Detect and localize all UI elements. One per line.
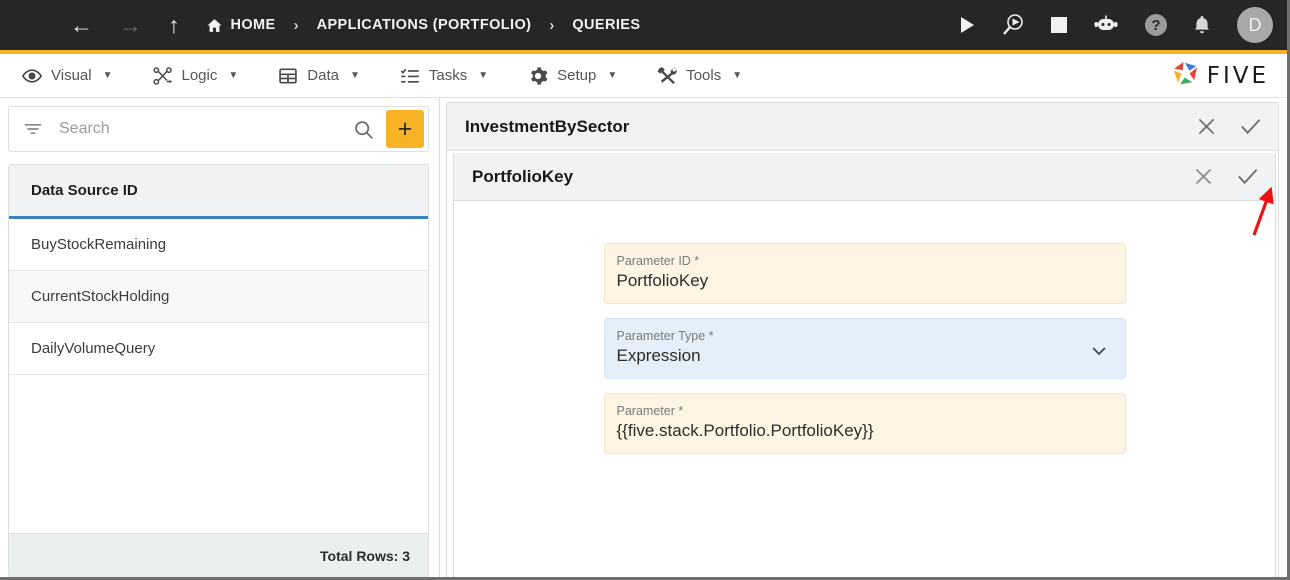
list-item-label: BuyStockRemaining [31,236,167,253]
column-header-label: Data Source ID [31,182,138,199]
app-window: ← → ↑ HOME › APPLICATIONS (PORTFOLIO) › … [0,0,1290,580]
avatar[interactable]: D [1237,7,1273,43]
back-arrow-icon[interactable]: ← [70,13,93,37]
nodes-icon [152,66,173,86]
notifications-bell-icon[interactable] [1193,15,1211,35]
editor-panel: InvestmentBySector PortfolioKey Paramete… [440,98,1287,577]
menu-label-tools: Tools [686,67,722,84]
data-source-sidebar: + Data Source ID BuyStockRemaining Curre… [0,98,440,577]
parameter-expression-label: Parameter * [616,404,684,418]
search-icon[interactable] [341,119,386,140]
breadcrumb-separator-2: › [549,16,555,34]
chevron-down-icon: ▼ [349,70,360,81]
query-card-actions [1196,115,1262,138]
query-card: InvestmentBySector PortfolioKey Paramete… [446,102,1279,577]
menu-label-logic: Logic [181,67,218,84]
top-bar-actions: ? D [959,7,1273,43]
chatbot-icon[interactable] [1093,15,1119,35]
filter-icon[interactable] [23,119,43,139]
chevron-down-icon: ▼ [732,70,743,81]
debug-icon[interactable] [1001,13,1025,37]
parameter-card-wrapper: PortfolioKey Parameter ID * PortfolioKey… [447,151,1278,577]
menu-item-logic[interactable]: Logic ▼ [152,66,239,86]
tools-icon [657,66,678,86]
menu-item-tools[interactable]: Tools ▼ [657,66,742,86]
main-body: + Data Source ID BuyStockRemaining Curre… [0,98,1287,577]
parameter-id-field[interactable]: Parameter ID * PortfolioKey [603,243,1126,304]
chevron-down-icon: ▼ [228,70,239,81]
gear-icon [528,66,548,86]
up-arrow-icon[interactable]: ↑ [168,13,180,37]
menu-item-data[interactable]: Data ▼ [278,66,360,86]
list-item[interactable]: DailyVolumeQuery [9,323,428,375]
query-card-header: InvestmentBySector [447,103,1278,151]
hamburger-menu-icon[interactable] [22,20,44,30]
chevron-down-icon: ▼ [478,70,489,81]
brand-text: FIVE [1206,62,1269,89]
parameter-expression-field[interactable]: Parameter * {{five.stack.Portfolio.Portf… [603,393,1126,454]
stop-icon[interactable] [1051,17,1067,33]
help-glyph: ? [1151,16,1161,34]
column-header-data-source-id[interactable]: Data Source ID [9,165,428,219]
parameter-expression-value: {{five.stack.Portfolio.PortfolioKey}} [616,421,874,440]
breadcrumb-item-queries[interactable]: QUERIES [572,17,640,33]
parameter-card-title: PortfolioKey [472,166,574,186]
checklist-icon [400,66,420,86]
help-icon[interactable]: ? [1145,14,1167,36]
breadcrumb-label-home: HOME [230,17,276,33]
query-card-close-icon[interactable] [1196,116,1217,137]
parameter-id-label: Parameter ID * [616,254,700,268]
search-input[interactable] [59,120,341,138]
search-bar: + [8,106,429,152]
chevron-down-icon: ▼ [607,70,618,81]
parameter-card: PortfolioKey Parameter ID * PortfolioKey… [453,153,1276,577]
breadcrumb-label-applications: APPLICATIONS (PORTFOLIO) [316,17,532,33]
breadcrumb-item-home[interactable]: HOME [206,17,276,34]
breadcrumb-separator-1: › [293,16,299,34]
parameter-id-value: PortfolioKey [616,271,709,290]
table-icon [278,66,298,86]
chevron-down-icon[interactable] [1089,341,1109,361]
menu-label-setup: Setup [557,67,597,84]
total-rows-label: Total Rows: 3 [320,547,410,564]
menu-item-visual[interactable]: Visual ▼ [22,66,113,86]
parameter-card-actions [1193,165,1259,188]
avatar-initial: D [1248,14,1262,35]
parameter-type-label: Parameter Type * [616,329,714,343]
parameter-card-header: PortfolioKey [454,153,1275,201]
total-rows-footer: Total Rows: 3 [9,533,428,577]
parameter-card-close-icon[interactable] [1193,166,1214,187]
data-source-rows: BuyStockRemaining CurrentStockHolding Da… [9,219,428,533]
menu-label-data: Data [307,67,339,84]
menu-label-visual: Visual [51,67,92,84]
parameter-type-value: Expression [616,346,701,365]
data-source-list: Data Source ID BuyStockRemaining Current… [8,164,429,577]
query-card-confirm-icon[interactable] [1239,115,1262,138]
list-item-label: DailyVolumeQuery [31,340,156,357]
list-item-label: CurrentStockHolding [31,288,170,305]
list-item[interactable]: BuyStockRemaining [9,219,428,271]
home-icon [206,17,223,34]
menu-label-tasks: Tasks [428,67,468,84]
breadcrumb-label-queries: QUERIES [572,17,641,33]
breadcrumb: HOME › APPLICATIONS (PORTFOLIO) › QUERIE… [206,17,641,34]
breadcrumb-item-applications[interactable]: APPLICATIONS (PORTFOLIO) [317,17,532,33]
parameter-type-field[interactable]: Parameter Type * Expression [603,318,1126,379]
application-menu-bar: Visual ▼ Logic ▼ Data ▼ Tasks ▼ Setup ▼ … [0,54,1287,98]
brand-logo: FIVE [1172,60,1269,92]
five-pinwheel-logo-icon [1172,60,1199,92]
eye-icon [22,66,42,86]
list-item[interactable]: CurrentStockHolding [9,271,428,323]
parameter-form: Parameter ID * PortfolioKey Parameter Ty… [454,201,1275,577]
add-button-label: + [397,114,413,143]
parameter-card-confirm-icon[interactable] [1236,165,1259,188]
top-navigation-bar: ← → ↑ HOME › APPLICATIONS (PORTFOLIO) › … [0,0,1287,50]
forward-arrow-icon[interactable]: → [119,13,142,37]
chevron-down-icon: ▼ [102,70,113,81]
add-button[interactable]: + [386,110,424,148]
menu-item-setup[interactable]: Setup ▼ [528,66,617,86]
query-card-title: InvestmentBySector [465,116,630,136]
run-icon[interactable] [959,16,975,34]
menu-item-tasks[interactable]: Tasks ▼ [400,66,488,86]
